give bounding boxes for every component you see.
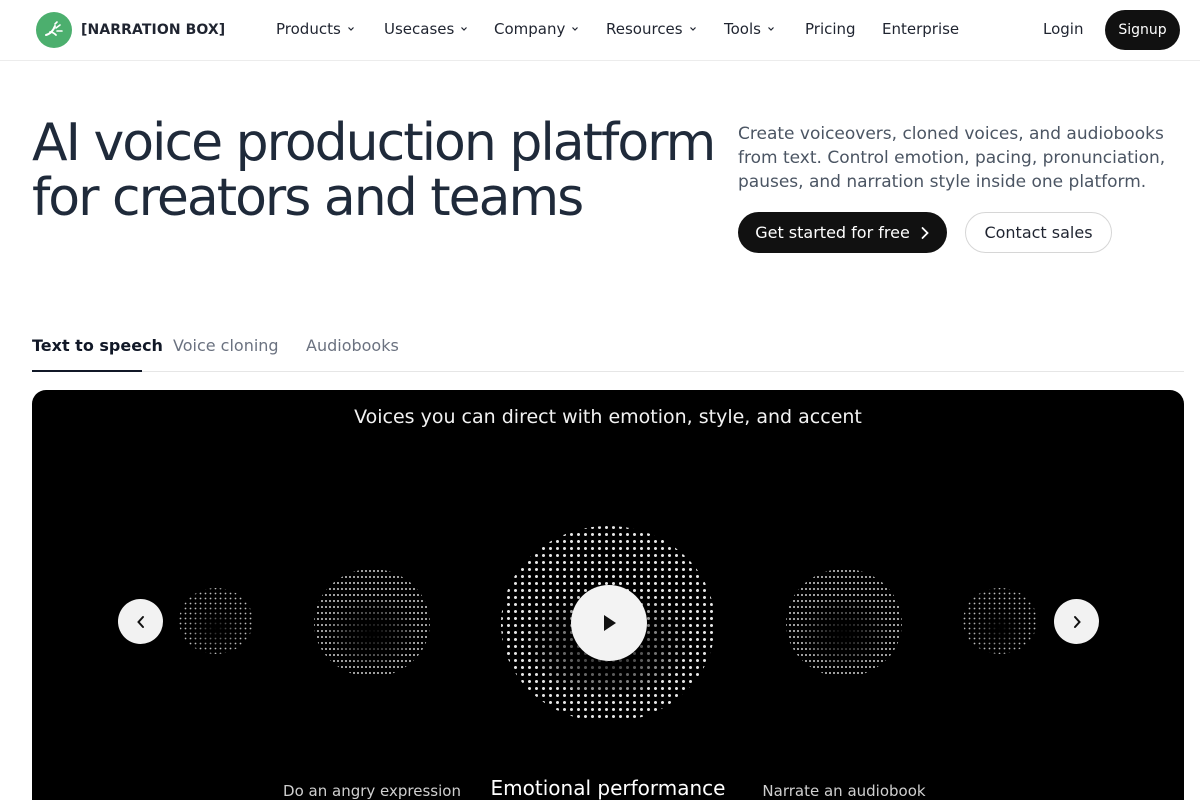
carousel-next-button[interactable] — [1054, 599, 1099, 644]
top-nav: [NARRATION BOX] Products Usecases Compan… — [0, 0, 1200, 61]
nav-item-label: Products — [276, 20, 341, 38]
chevron-right-icon — [921, 226, 929, 239]
chevron-down-icon — [689, 27, 696, 31]
carousel-prev-button[interactable] — [118, 599, 163, 644]
hero-title-line: AI voice production platform — [32, 113, 716, 173]
chevron-down-icon — [768, 27, 774, 31]
chevron-down-icon — [461, 27, 468, 31]
showcase-title: Voices you can direct with emotion, styl… — [354, 406, 862, 428]
brand-name: [NARRATION BOX] — [81, 22, 226, 38]
nav-item-label: Pricing — [805, 20, 856, 38]
get-started-label: Get started for free — [755, 223, 910, 242]
nav-item-label: Usecases — [384, 20, 455, 38]
login-link[interactable]: Login — [1043, 20, 1083, 38]
chevron-left-icon — [136, 615, 144, 628]
voice-orb-far-left[interactable] — [178, 586, 254, 656]
nav-item-pricing[interactable]: Pricing — [805, 20, 856, 38]
signup-button[interactable]: Signup — [1105, 10, 1180, 50]
contact-sales-button[interactable]: Contact sales — [965, 212, 1112, 253]
leaf-logo-icon — [36, 12, 72, 48]
hero-title: AI voice production platform for creator… — [32, 116, 722, 226]
nav-item-tools[interactable]: Tools — [724, 20, 775, 38]
voice-orb-left[interactable] — [312, 568, 432, 678]
nav-item-products[interactable]: Products — [276, 20, 355, 38]
play-icon — [604, 615, 616, 631]
nav-item-label: Enterprise — [882, 20, 960, 38]
voice-showcase: Voices you can direct with emotion, styl… — [32, 390, 1184, 800]
tab-audiobooks[interactable]: Audiobooks — [306, 336, 399, 355]
carousel-caption-right[interactable]: Narrate an audiobook — [744, 782, 944, 800]
play-button[interactable] — [571, 585, 647, 661]
hero-title-line: for creators and teams — [32, 168, 584, 228]
voice-orb-far-right[interactable] — [962, 586, 1038, 656]
tab-text-to-speech[interactable]: Text to speech — [32, 336, 163, 355]
chevron-right-icon — [1073, 615, 1081, 628]
carousel-caption-left[interactable]: Do an angry expression — [272, 782, 472, 800]
nav-item-label: Resources — [606, 20, 683, 38]
active-tab-indicator — [32, 370, 142, 372]
product-tabs: Text to speech Voice cloning Audiobooks — [32, 332, 1184, 372]
nav-item-company[interactable]: Company — [494, 20, 579, 38]
get-started-button[interactable]: Get started for free — [738, 212, 947, 253]
tab-voice-cloning[interactable]: Voice cloning — [173, 336, 279, 355]
brand-logo[interactable]: [NARRATION BOX] — [36, 12, 225, 48]
nav-item-label: Company — [494, 20, 566, 38]
nav-item-usecases[interactable]: Usecases — [384, 20, 468, 38]
nav-item-enterprise[interactable]: Enterprise — [882, 20, 959, 38]
voice-orb-right[interactable] — [784, 568, 904, 678]
carousel-caption-center[interactable]: Emotional performance — [478, 776, 738, 800]
chevron-down-icon — [347, 27, 354, 31]
nav-item-label: Tools — [724, 20, 761, 38]
hero-description: Create voiceovers, cloned voices, and au… — [738, 124, 1166, 192]
nav-item-resources[interactable]: Resources — [606, 20, 697, 38]
chevron-down-icon — [572, 27, 579, 31]
